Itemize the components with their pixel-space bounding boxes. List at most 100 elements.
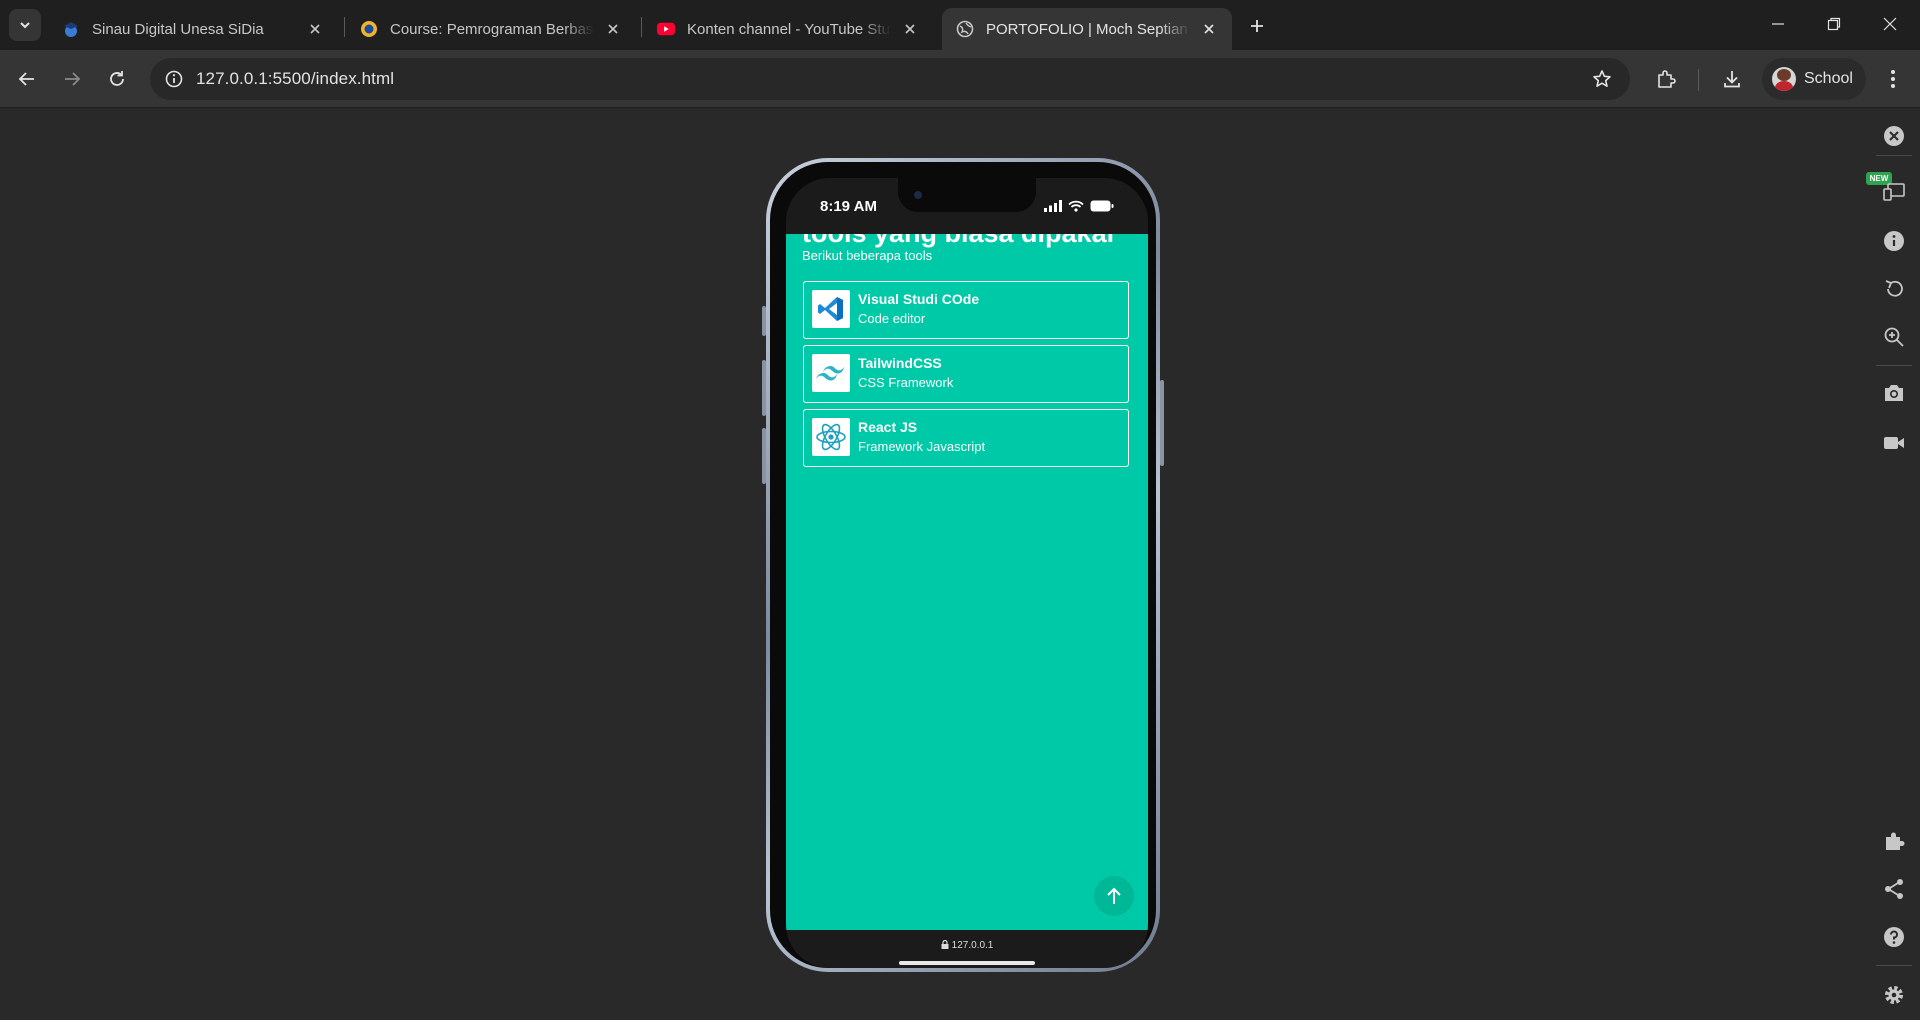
tool-description: Framework Javascript — [858, 439, 986, 454]
rotate-icon — [1885, 280, 1903, 297]
close-icon[interactable] — [304, 18, 326, 40]
home-indicator — [899, 961, 1035, 965]
tailwind-logo-icon — [812, 354, 850, 392]
power-button — [1160, 380, 1164, 466]
toolbar-divider — [1698, 69, 1699, 91]
tab-sidia[interactable]: Sinau Digital Unesa SiDia — [48, 8, 338, 50]
close-icon[interactable] — [1198, 18, 1220, 40]
tab-title: Sinau Digital Unesa SiDia — [92, 20, 264, 38]
youtube-icon — [657, 20, 675, 38]
reload-button[interactable] — [101, 63, 133, 95]
tool-name: Visual Studi COde — [858, 291, 980, 307]
device-select-button[interactable] — [1879, 176, 1909, 206]
tab-portofolio[interactable]: PORTOFOLIO | Moch Septian Yu — [942, 8, 1232, 50]
extensions-rail-button[interactable] — [1879, 826, 1909, 856]
tool-name: React JS — [858, 419, 918, 435]
help-button[interactable] — [1879, 922, 1909, 952]
close-icon[interactable] — [899, 18, 921, 40]
settings-button[interactable] — [1879, 980, 1909, 1010]
close-circle-icon — [1884, 126, 1904, 146]
tool-card-tailwind[interactable]: TailwindCSS CSS Framework — [803, 345, 1129, 403]
volume-down-button — [762, 428, 766, 484]
minimize-icon — [1772, 23, 1784, 25]
device-info-button[interactable] — [1879, 226, 1909, 256]
close-emulator-button[interactable] — [1879, 121, 1909, 151]
camera-icon — [1885, 385, 1903, 401]
mobile-url: 127.0.0.1 — [786, 939, 1148, 951]
record-button[interactable] — [1879, 428, 1909, 458]
tab-divider — [344, 17, 345, 37]
site-info-button[interactable] — [158, 63, 190, 95]
phone-frame: 8:19 AM tools yang biasa dipakai Berikut… — [762, 158, 1164, 972]
share-button[interactable] — [1879, 874, 1909, 904]
reload-icon — [110, 71, 124, 86]
phone-bezel: 8:19 AM tools yang biasa dipakai Berikut… — [770, 162, 1156, 968]
tab-strip: Sinau Digital Unesa SiDia Course: Pemrog… — [0, 0, 1920, 50]
star-icon — [1593, 70, 1611, 87]
new-tab-button[interactable] — [1243, 12, 1271, 40]
profile-label: School — [1804, 70, 1853, 87]
section-heading: tools yang biasa dipakai — [802, 234, 1114, 249]
react-logo-icon — [812, 418, 850, 456]
globe-icon — [956, 20, 974, 38]
rotate-button[interactable] — [1879, 274, 1909, 304]
downloads-button[interactable] — [1716, 63, 1748, 95]
share-icon — [1885, 879, 1903, 899]
minimize-button[interactable] — [1750, 0, 1806, 48]
signal-icon — [1044, 200, 1062, 212]
extensions-button[interactable] — [1650, 63, 1682, 95]
phone-screen: 8:19 AM tools yang biasa dipakai Berikut… — [786, 178, 1148, 968]
url-text: 127.0.0.1:5500/index.html — [196, 69, 395, 88]
close-window-button[interactable] — [1862, 0, 1918, 48]
download-icon — [1724, 71, 1740, 88]
sidia-hat-icon — [62, 20, 80, 38]
wifi-icon — [1068, 200, 1084, 212]
status-time: 8:19 AM — [820, 198, 877, 215]
tool-card-react[interactable]: React JS Framework Javascript — [803, 409, 1129, 467]
back-to-top-button[interactable] — [1094, 876, 1134, 916]
screenshot-button[interactable] — [1879, 378, 1909, 408]
menu-button[interactable] — [1877, 63, 1909, 95]
close-icon — [1883, 17, 1897, 31]
tab-divider — [641, 17, 642, 37]
volume-up-button — [762, 360, 766, 416]
tab-title: Konten channel - YouTube Studio — [687, 20, 891, 38]
browser-toolbar: 127.0.0.1:5500/index.html School — [0, 50, 1920, 108]
mobile-url-text: 127.0.0.1 — [951, 940, 994, 951]
tool-card-vscode[interactable]: Visual Studi COde Code editor — [803, 281, 1129, 339]
devices-icon — [1883, 183, 1905, 201]
tool-description: Code editor — [858, 311, 926, 326]
arrow-up-icon — [1107, 887, 1121, 904]
help-icon — [1884, 927, 1904, 947]
avatar — [1772, 67, 1796, 91]
tab-search-button[interactable] — [9, 9, 41, 41]
zoom-button[interactable] — [1879, 322, 1909, 352]
restore-button[interactable] — [1806, 0, 1862, 48]
dynamic-notch — [898, 178, 1036, 212]
tool-description: CSS Framework — [858, 375, 954, 390]
tab-course[interactable]: Course: Pemrograman Berbasis — [346, 8, 636, 50]
rail-divider — [1876, 155, 1912, 156]
forward-button[interactable] — [56, 63, 88, 95]
vscode-logo-icon — [812, 290, 850, 328]
close-icon[interactable] — [602, 18, 624, 40]
bookmark-button[interactable] — [1586, 63, 1618, 95]
back-button[interactable] — [11, 63, 43, 95]
tab-title: Course: Pemrograman Berbasis — [390, 20, 594, 38]
zoom-in-icon — [1884, 327, 1904, 347]
unesa-logo-icon — [360, 20, 378, 38]
arrow-right-icon — [65, 72, 81, 86]
battery-icon — [1090, 200, 1114, 212]
arrow-left-icon — [18, 72, 34, 86]
puzzle-icon — [1886, 832, 1905, 850]
tool-name: TailwindCSS — [858, 355, 942, 371]
mobile-url-bar: 127.0.0.1 — [786, 930, 1148, 968]
chevron-down-icon — [20, 22, 30, 29]
puzzle-icon — [1658, 70, 1676, 88]
address-bar[interactable]: 127.0.0.1:5500/index.html — [150, 58, 1630, 100]
tab-title: PORTOFOLIO | Moch Septian Yu — [986, 20, 1190, 38]
tab-youtube-studio[interactable]: Konten channel - YouTube Studio — [643, 8, 933, 50]
profile-button[interactable]: School — [1762, 58, 1866, 100]
gear-icon — [1885, 986, 1903, 1004]
status-bar: 8:19 AM — [786, 178, 1148, 234]
